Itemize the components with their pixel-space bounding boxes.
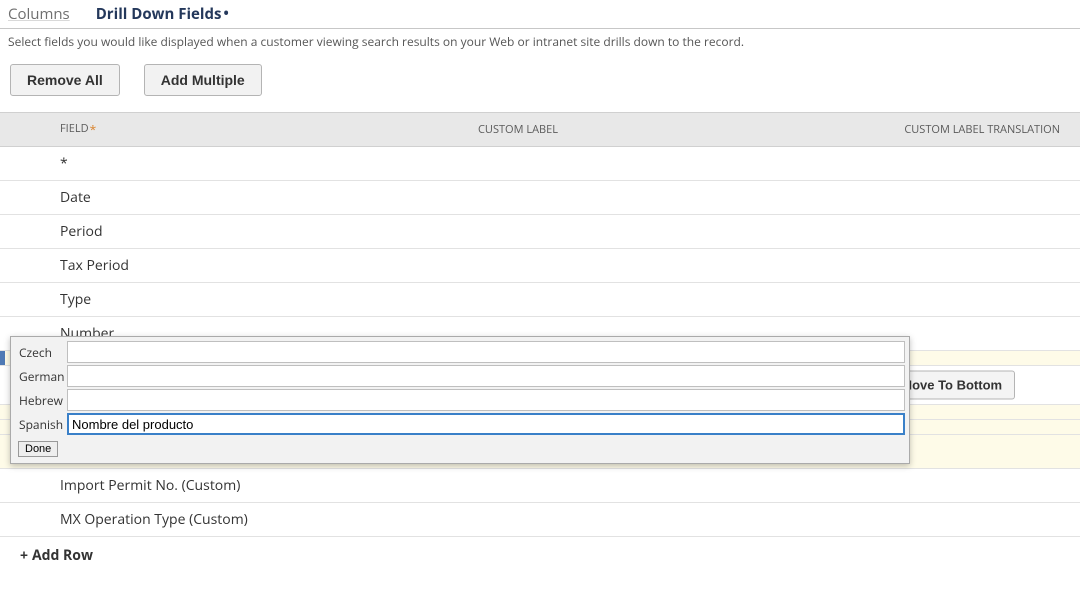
table-header: FIELD* CUSTOM LABEL CUSTOM LABEL TRANSLA…	[0, 113, 1080, 147]
toolbar: Remove All Add Multiple	[0, 52, 1080, 112]
translation-input-german[interactable]	[67, 365, 905, 387]
tab-label: Drill Down Fields	[96, 4, 222, 24]
tab-strip: Columns Drill Down Fields•	[0, 0, 1080, 29]
remove-all-button[interactable]: Remove All	[10, 64, 120, 96]
table-row[interactable]: MX Operation Type (Custom)	[0, 503, 1080, 537]
lang-label-czech: Czech	[15, 344, 67, 361]
lang-label-german: German	[15, 368, 67, 385]
add-multiple-button[interactable]: Add Multiple	[144, 64, 262, 96]
field-cell: *	[0, 147, 470, 181]
translation-input-czech[interactable]	[67, 341, 905, 363]
tab-drill-down-fields[interactable]: Drill Down Fields•	[94, 2, 231, 26]
lang-label-spanish: Spanish	[15, 416, 67, 433]
translation-popup: Czech German Hebrew Spanish Done	[10, 336, 910, 464]
col-header-custom-label-translation: CUSTOM LABEL TRANSLATION	[730, 113, 1080, 147]
table-row[interactable]: Type	[0, 283, 1080, 317]
field-cell: Date	[0, 181, 470, 215]
translation-row: Spanish	[15, 413, 905, 435]
field-cell: Tax Period	[0, 249, 470, 283]
translation-row: Czech	[15, 341, 905, 363]
col-header-custom-label: CUSTOM LABEL	[470, 113, 730, 147]
table-row[interactable]: *	[0, 147, 1080, 181]
unsaved-indicator-icon: •	[223, 4, 228, 23]
field-cell: MX Operation Type (Custom)	[0, 503, 470, 537]
col-header-field: FIELD	[60, 121, 89, 136]
field-cell: Type	[0, 283, 470, 317]
plus-icon: +	[20, 546, 28, 565]
tab-columns[interactable]: Columns	[6, 2, 72, 26]
translation-row: German	[15, 365, 905, 387]
translation-row: Hebrew	[15, 389, 905, 411]
help-text: Select fields you would like displayed w…	[0, 29, 1080, 52]
table-row[interactable]: Date	[0, 181, 1080, 215]
field-cell: Import Permit No. (Custom)	[0, 469, 470, 503]
add-row-button[interactable]: +Add Row	[0, 537, 1080, 574]
lang-label-hebrew: Hebrew	[15, 392, 67, 409]
table-row[interactable]: Tax Period	[0, 249, 1080, 283]
done-button[interactable]: Done	[18, 441, 58, 457]
translation-input-spanish[interactable]	[67, 413, 905, 435]
table-row[interactable]: Period	[0, 215, 1080, 249]
field-cell: Period	[0, 215, 470, 249]
required-star-icon: *	[90, 121, 97, 138]
add-row-label: Add Row	[32, 546, 93, 565]
fields-table: FIELD* CUSTOM LABEL CUSTOM LABEL TRANSLA…	[0, 112, 1080, 537]
table-row[interactable]: Import Permit No. (Custom)	[0, 469, 1080, 503]
translation-input-hebrew[interactable]	[67, 389, 905, 411]
